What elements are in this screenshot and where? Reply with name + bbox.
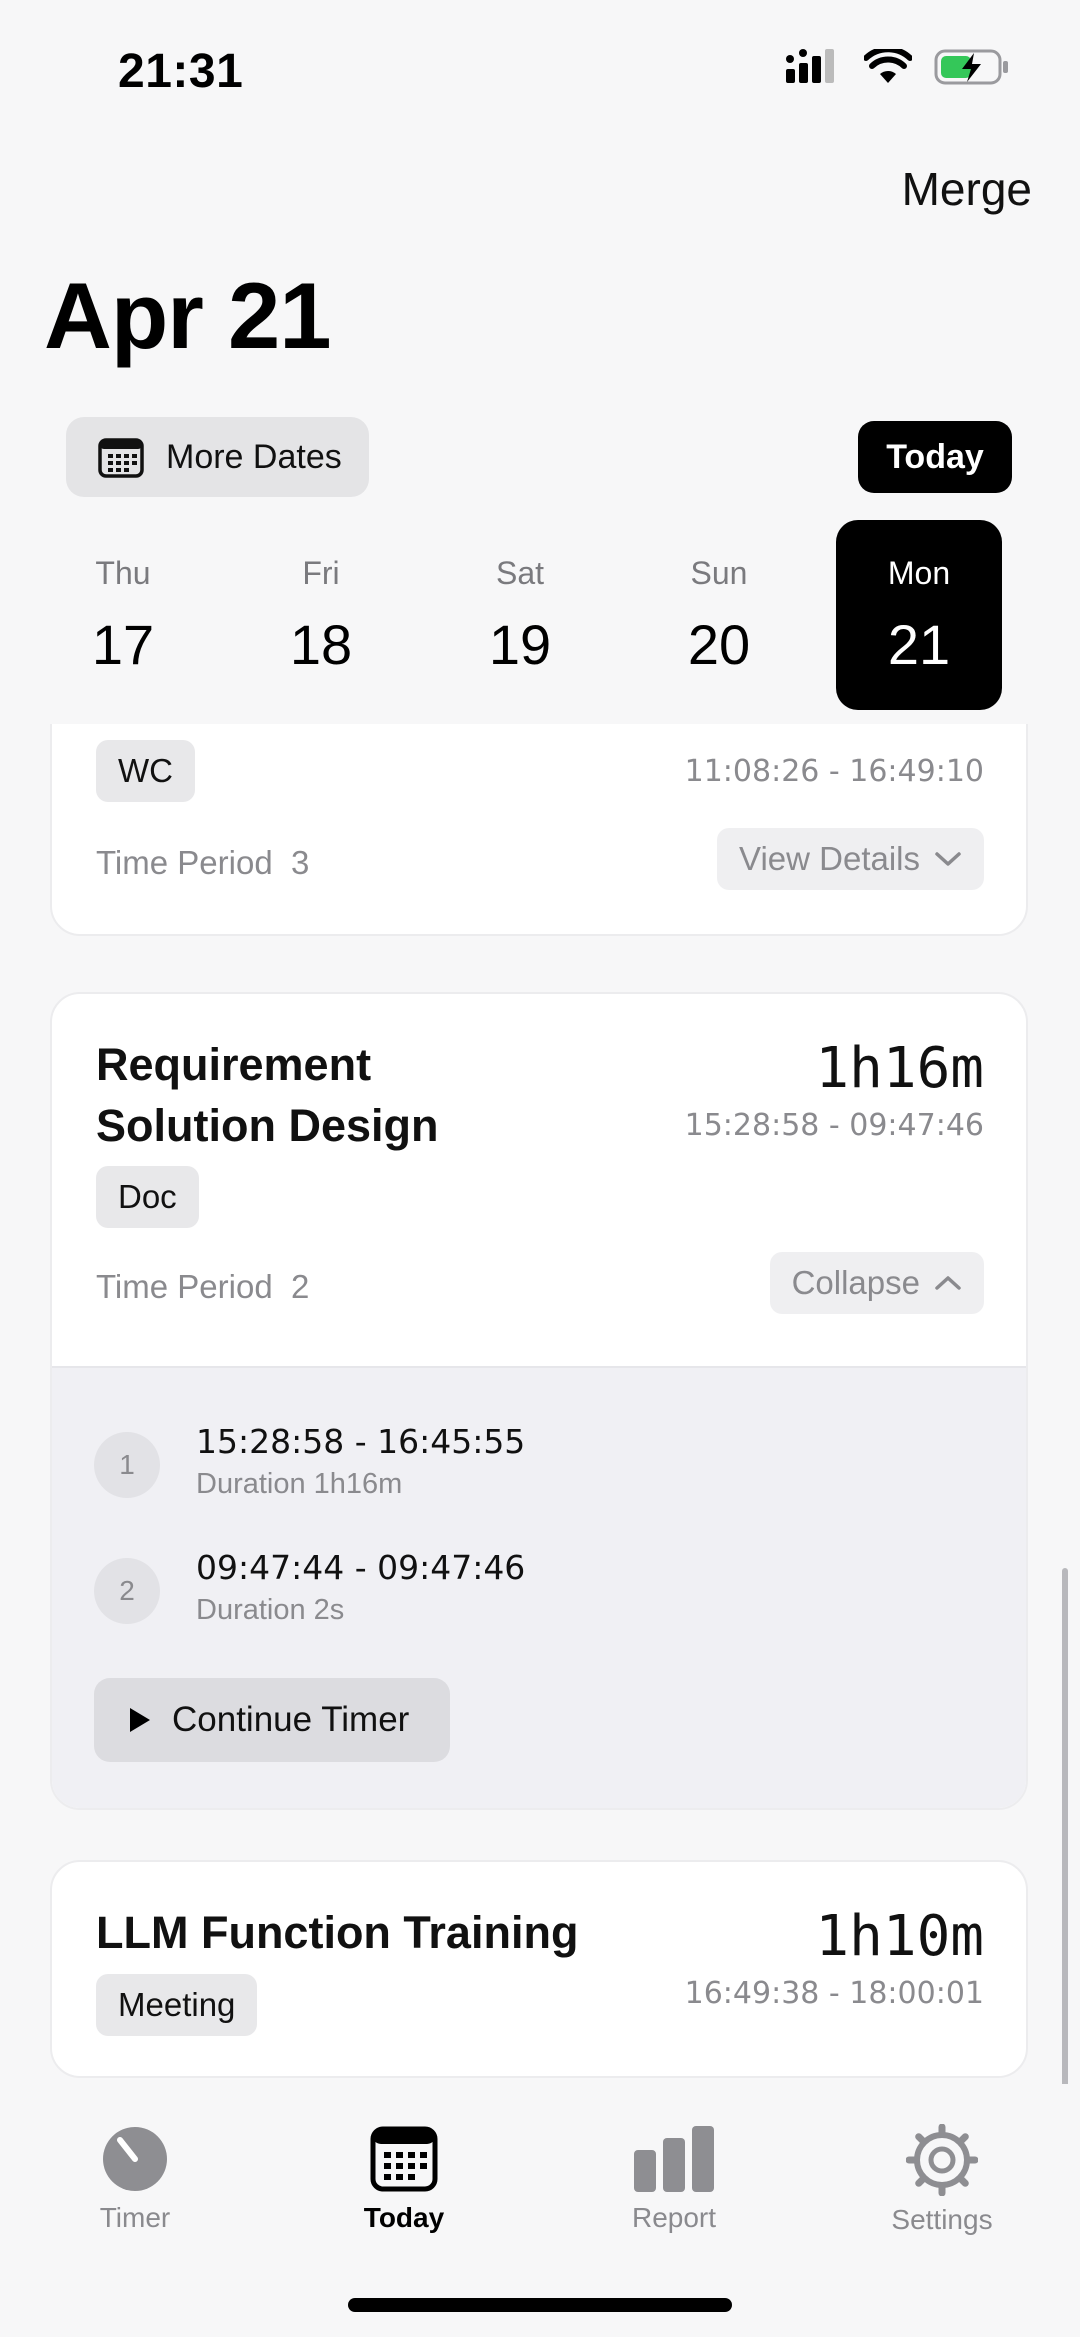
more-dates-label: More Dates xyxy=(166,437,342,476)
tab-label: Report xyxy=(631,2202,717,2233)
bar-chart-icon xyxy=(634,2126,714,2192)
home-indicator[interactable] xyxy=(348,2298,732,2312)
status-time: 21:31 xyxy=(118,45,244,98)
day-number: 19 xyxy=(488,613,552,676)
entry-card-expanded[interactable]: Requirement Solution Design 1h16m 15:28:… xyxy=(50,992,1028,1810)
day-of-week: Mon xyxy=(887,555,951,591)
day-of-week: Sat xyxy=(495,555,545,591)
play-icon xyxy=(130,1708,150,1732)
collapse-label: Collapse xyxy=(791,1264,920,1301)
entry-title-line: Requirement xyxy=(96,1039,372,1090)
period-duration: Duration 1h16m xyxy=(196,1468,403,1500)
gear-icon xyxy=(906,2124,978,2196)
period-index-badge: 2 xyxy=(94,1558,160,1624)
scrollbar[interactable] xyxy=(1062,1568,1068,2098)
day-sun-20[interactable]: Sun 20 xyxy=(636,520,802,710)
view-details-button[interactable]: View Details xyxy=(717,828,984,890)
calendar-icon xyxy=(370,2126,438,2192)
wifi-icon xyxy=(864,49,912,83)
period-index-badge: 1 xyxy=(94,1432,160,1498)
cellular-signal-icon xyxy=(786,49,834,83)
stopwatch-icon xyxy=(103,2127,167,2191)
entry-time-range: 15:28:58 - 09:47:46 xyxy=(684,1108,984,1143)
day-fri-18[interactable]: Fri 18 xyxy=(238,520,404,710)
more-dates-button[interactable]: More Dates xyxy=(66,417,369,497)
entry-card[interactable]: WC 11:08:26 - 16:49:10 Time Period 3 Vie… xyxy=(50,724,1028,936)
entry-tag: WC xyxy=(96,740,195,802)
tab-today[interactable]: Today xyxy=(304,2124,504,2234)
tab-settings[interactable]: Settings xyxy=(842,2124,1042,2236)
tab-timer[interactable]: Timer xyxy=(35,2124,235,2234)
time-period-label: Time Period 2 xyxy=(96,1268,309,1306)
status-icons xyxy=(786,48,1010,86)
entry-total-duration: 1h16m xyxy=(815,1036,984,1101)
tab-label: Timer xyxy=(99,2202,171,2233)
period-time-range: 09:47:44 - 09:47:46 xyxy=(196,1548,526,1587)
time-period-count: 3 xyxy=(291,844,310,881)
day-number: 18 xyxy=(289,613,353,676)
entry-time-range: 11:08:26 - 16:49:10 xyxy=(684,754,984,789)
time-period-text: Time Period xyxy=(96,844,273,881)
chevron-down-icon xyxy=(935,852,961,866)
entry-tag: Doc xyxy=(96,1166,199,1228)
period-time-range: 15:28:58 - 16:45:55 xyxy=(196,1422,526,1461)
day-sat-19[interactable]: Sat 19 xyxy=(437,520,603,710)
time-period-text: Time Period xyxy=(96,1268,273,1305)
time-period-label: Time Period 3 xyxy=(96,844,309,882)
period-duration: Duration 2s xyxy=(196,1594,345,1626)
day-of-week: Thu xyxy=(95,555,151,591)
day-of-week: Fri xyxy=(302,555,340,591)
merge-button[interactable]: Merge xyxy=(902,162,1032,216)
day-thu-17[interactable]: Thu 17 xyxy=(40,520,206,710)
day-of-week: Sun xyxy=(690,555,748,591)
entries-list[interactable]: WC 11:08:26 - 16:49:10 Time Period 3 Vie… xyxy=(0,724,1080,2084)
calendar-icon xyxy=(98,438,144,478)
day-number: 20 xyxy=(687,613,751,676)
page-title: Apr 21 xyxy=(44,263,332,368)
time-period-count: 2 xyxy=(291,1268,310,1305)
entry-total-duration: 1h10m xyxy=(815,1904,984,1969)
entry-title-line: Solution Design xyxy=(96,1100,439,1151)
today-button[interactable]: Today xyxy=(858,421,1012,493)
tab-label: Settings xyxy=(891,2204,993,2235)
tab-report[interactable]: Report xyxy=(574,2124,774,2234)
day-number: 21 xyxy=(887,613,951,676)
continue-timer-label: Continue Timer xyxy=(172,1700,410,1739)
view-details-label: View Details xyxy=(739,840,920,877)
battery-charging-icon xyxy=(934,49,1008,85)
collapse-button[interactable]: Collapse xyxy=(769,1252,984,1314)
entry-card[interactable]: LLM Function Training 1h10m 16:49:38 - 1… xyxy=(50,1860,1028,2078)
day-number: 17 xyxy=(91,613,155,676)
tab-label: Today xyxy=(363,2202,445,2233)
entry-time-range: 16:49:38 - 18:00:01 xyxy=(684,1976,984,2011)
continue-timer-button[interactable]: Continue Timer xyxy=(94,1678,450,1762)
entry-title: Requirement Solution Design xyxy=(96,1034,439,1156)
entry-title: LLM Function Training xyxy=(96,1907,579,1958)
day-mon-21[interactable]: Mon 21 xyxy=(836,520,1002,710)
entry-tag: Meeting xyxy=(96,1974,258,2036)
chevron-up-icon xyxy=(935,1276,961,1290)
time-periods-panel: 1 15:28:58 - 16:45:55 Duration 1h16m 2 0… xyxy=(52,1366,1026,1808)
